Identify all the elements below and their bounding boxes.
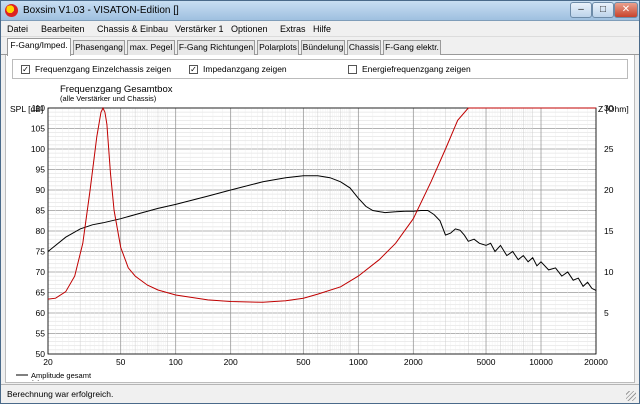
chart-legend: Amplitude gesamt{1}Impedanz Verstärker 1 (16, 371, 92, 381)
window-title: Boxsim V1.03 - VISATON-Edition [] (23, 5, 179, 16)
tab-polarplots[interactable]: Polarplots (257, 40, 299, 55)
tab-max-pegel[interactable]: max. Pegel (127, 40, 175, 55)
y-tick-label: 80 (36, 226, 46, 236)
tab-bar: F-Gang/Imped. Phasengang max. Pegel F-Ga… (1, 37, 639, 56)
checkbox-einzelchassis[interactable]: ✓ (21, 65, 30, 74)
status-text: Berechnung war erfolgreich. (7, 389, 114, 399)
x-tick-label: 1000 (349, 357, 368, 367)
y2-tick-label: 20 (604, 185, 614, 195)
menu-verstaerker-1[interactable]: Verstärker 1 (175, 24, 224, 34)
menu-extras[interactable]: Extras (280, 24, 306, 34)
application-window: Boxsim V1.03 - VISATON-Edition [] – □ ✕ … (0, 0, 640, 404)
x-tick-label: 200 (224, 357, 238, 367)
tab-f-gang-imped[interactable]: F-Gang/Imped. (7, 38, 71, 56)
checkbox-impedanzgang[interactable]: ✓ (189, 65, 198, 74)
close-button[interactable]: ✕ (614, 2, 638, 18)
label-einzelchassis[interactable]: Frequenzgang Einzelchassis zeigen (35, 64, 171, 74)
y-tick-label: 95 (36, 165, 46, 175)
menu-optionen[interactable]: Optionen (231, 24, 268, 34)
menu-bearbeiten[interactable]: Bearbeiten (41, 24, 85, 34)
y2-tick-label: 30 (604, 103, 614, 113)
menu-chassis-einbau[interactable]: Chassis & Einbau (97, 24, 168, 34)
tab-content-panel: ✓ Frequenzgang Einzelchassis zeigen ✓ Im… (5, 55, 635, 383)
y-tick-label: 105 (31, 124, 45, 134)
legend-label: {1} (31, 379, 41, 381)
menu-datei[interactable]: Datei (7, 24, 28, 34)
minimize-button[interactable]: – (570, 2, 592, 18)
x-tick-label: 2000 (404, 357, 423, 367)
y-tick-label: 65 (36, 288, 46, 298)
frequency-response-chart: Frequenzgang Gesamtbox (alle Verstärker … (10, 84, 629, 381)
label-energiefrequenzgang[interactable]: Energiefrequenzgang zeigen (362, 64, 471, 74)
x-tick-label: 100 (169, 357, 183, 367)
x-tick-label: 5000 (477, 357, 496, 367)
y-tick-label: 75 (36, 247, 46, 257)
status-bar: Berechnung war erfolgreich. (1, 384, 639, 403)
tab-f-gang-richtungen[interactable]: F-Gang Richtungen (177, 40, 255, 55)
y-tick-label: 60 (36, 308, 46, 318)
options-group: ✓ Frequenzgang Einzelchassis zeigen ✓ Im… (12, 59, 628, 79)
y-tick-label: 70 (36, 267, 46, 277)
x-tick-label: 10000 (529, 357, 553, 367)
x-tick-label: 20000 (584, 357, 608, 367)
y-tick-label: 110 (31, 103, 45, 113)
y2-tick-label: 10 (604, 267, 614, 277)
title-bar[interactable]: Boxsim V1.03 - VISATON-Edition [] – □ ✕ (1, 1, 639, 21)
checkbox-energiefrequenzgang[interactable] (348, 65, 357, 74)
tab-f-gang-elektr[interactable]: F-Gang elektr. (383, 40, 441, 55)
x-tick-label: 50 (116, 357, 126, 367)
maximize-button[interactable]: □ (592, 2, 614, 18)
tab-chassis[interactable]: Chassis (347, 40, 381, 55)
menu-hilfe[interactable]: Hilfe (313, 24, 331, 34)
y-tick-label: 55 (36, 329, 46, 339)
y2-tick-label: 15 (604, 226, 614, 236)
chart-subtitle: (alle Verstärker und Chassis) (60, 94, 157, 103)
tab-phasengang[interactable]: Phasengang (73, 40, 125, 55)
y2-tick-label: 25 (604, 144, 614, 154)
y-tick-label: 100 (31, 144, 45, 154)
y-tick-label: 85 (36, 206, 46, 216)
label-impedanzgang[interactable]: Impedanzgang zeigen (203, 64, 287, 74)
x-tick-label: 500 (296, 357, 310, 367)
boxsim-app-icon[interactable] (5, 4, 18, 17)
x-tick-label: 20 (43, 357, 53, 367)
menu-bar: Datei Bearbeiten Chassis & Einbau Verstä… (1, 21, 639, 37)
y-tick-label: 90 (36, 185, 46, 195)
tab-buendelung[interactable]: Bündelung (301, 40, 345, 55)
chart-grid (47, 107, 597, 355)
y2-tick-label: 5 (604, 308, 609, 318)
resize-grip-icon[interactable] (626, 391, 636, 401)
